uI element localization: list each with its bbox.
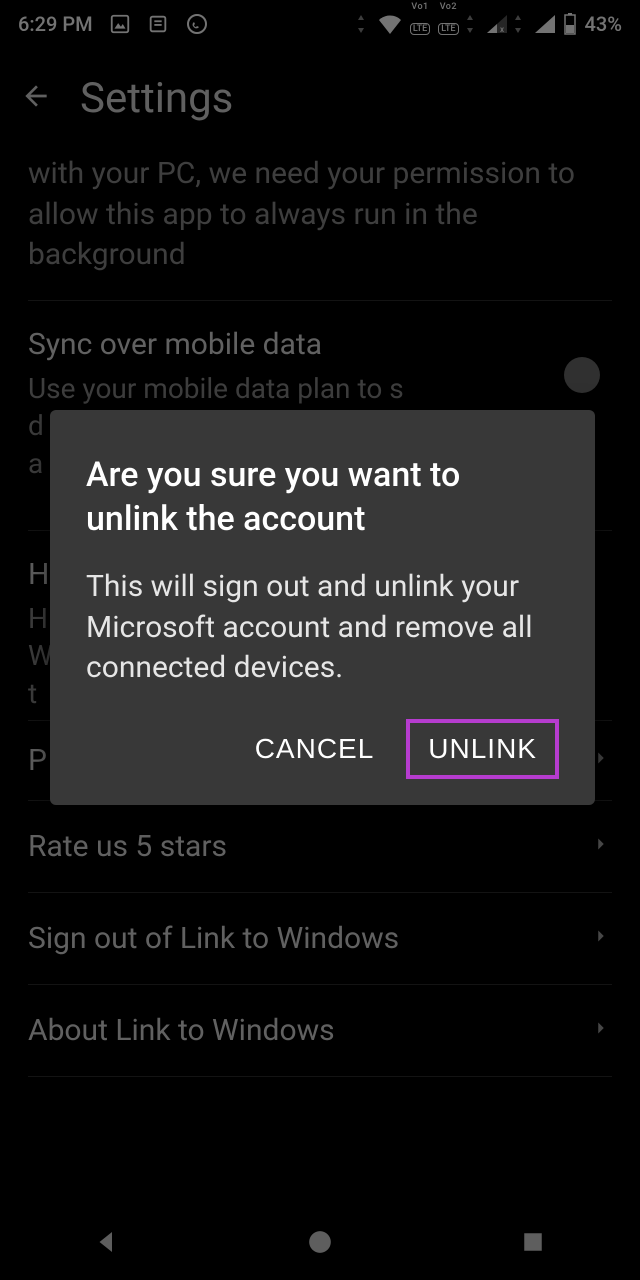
gallery-icon [109, 13, 131, 35]
sync-toggle[interactable] [564, 357, 600, 393]
app-header: Settings [0, 48, 640, 148]
nav-recent-icon[interactable] [518, 1227, 548, 1261]
data-arrows-icon [515, 15, 527, 33]
navigation-bar [0, 1208, 640, 1280]
chevron-right-icon [590, 833, 612, 859]
data-arrows-icon [467, 15, 479, 33]
whatsapp-icon [185, 12, 209, 36]
back-arrow-icon[interactable] [20, 80, 52, 116]
signout-label: Sign out of Link to Windows [28, 921, 399, 956]
rate-row[interactable]: Rate us 5 stars [28, 801, 612, 893]
svg-text:x: x [500, 25, 504, 33]
rate-label: Rate us 5 stars [28, 829, 227, 864]
chevron-right-icon [590, 1017, 612, 1043]
nav-home-icon[interactable] [307, 1229, 333, 1259]
about-row[interactable]: About Link to Windows [28, 985, 612, 1077]
about-label: About Link to Windows [28, 1013, 335, 1048]
feedback-label: P [28, 743, 47, 778]
sim2-lte-icon: Vo2LTE [438, 12, 458, 36]
page-title: Settings [80, 74, 233, 123]
nav-back-icon[interactable] [92, 1227, 122, 1261]
unlink-button[interactable]: UNLINK [406, 719, 559, 779]
battery-percent: 43% [585, 12, 622, 36]
news-icon [147, 13, 169, 35]
dialog-body: This will sign out and unlink your Micro… [86, 567, 559, 689]
signout-row[interactable]: Sign out of Link to Windows [28, 893, 612, 985]
background-permission-text: with your PC, we need your permission to… [28, 154, 612, 276]
background-permission-item[interactable]: with your PC, we need your permission to… [28, 148, 612, 301]
sim1-lte-icon: Vo1LTE [410, 12, 430, 36]
sync-title: Sync over mobile data [28, 325, 612, 364]
signal-2-icon [535, 15, 555, 33]
signal-1-icon: x [487, 15, 507, 33]
unlink-dialog: Are you sure you want to unlink the acco… [50, 410, 595, 805]
wifi-icon [378, 14, 402, 34]
battery-icon [563, 13, 577, 35]
chevron-right-icon [590, 925, 612, 951]
dialog-title: Are you sure you want to unlink the acco… [86, 454, 559, 541]
status-time: 6:29 PM [18, 12, 93, 36]
cancel-button[interactable]: CANCEL [235, 719, 395, 779]
data-arrows-icon [358, 15, 370, 33]
status-bar: 6:29 PM Vo1LTE Vo2LTE x 43% [0, 0, 640, 48]
